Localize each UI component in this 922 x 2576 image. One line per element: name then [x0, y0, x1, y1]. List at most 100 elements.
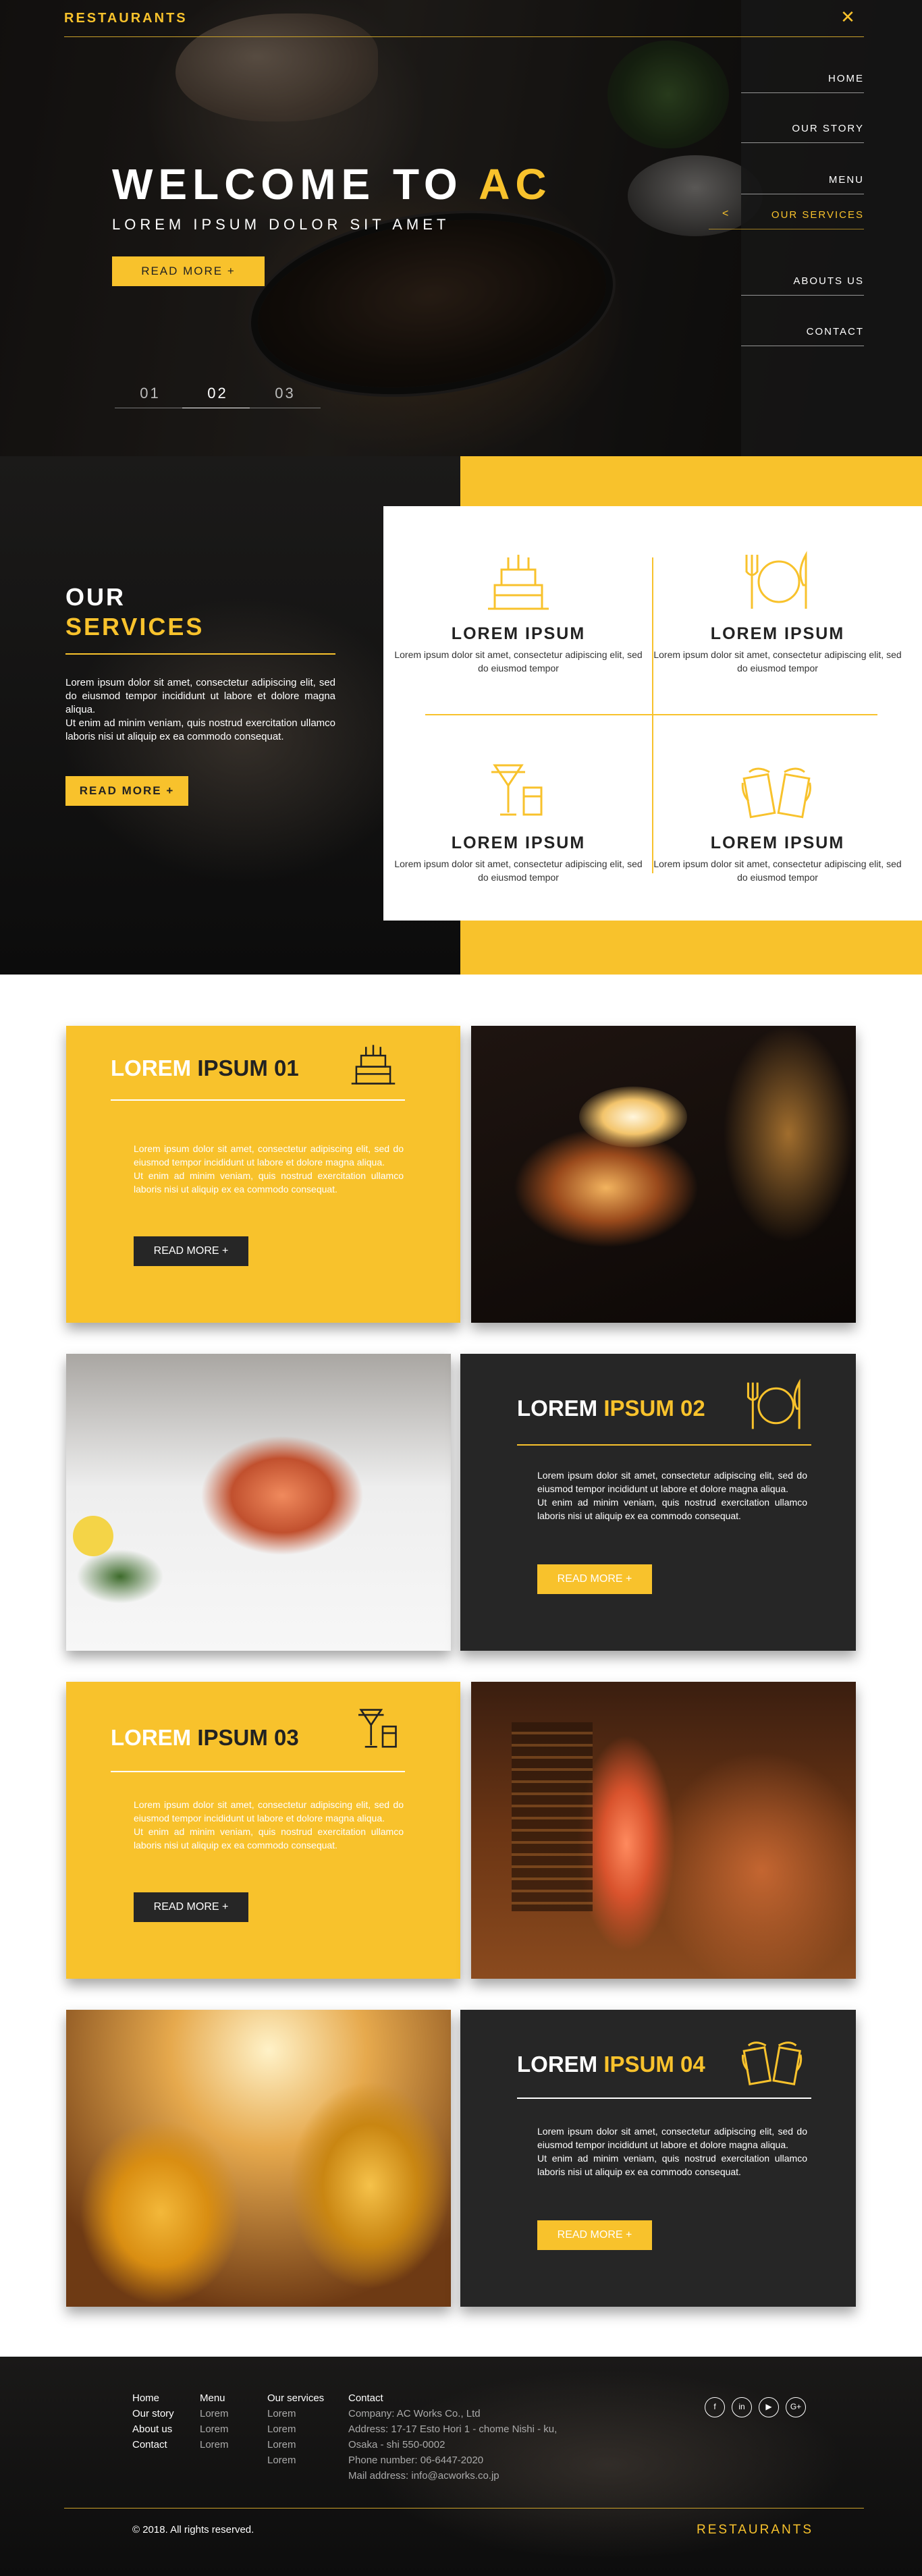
feature-title-part-a: LOREM: [517, 2052, 604, 2077]
lemon: [73, 1516, 113, 1556]
nav-item-menu[interactable]: MENU: [741, 174, 864, 194]
feature-divider: [111, 1771, 405, 1772]
feature-read-more-button[interactable]: READ MORE +: [537, 2220, 652, 2250]
footer-link[interactable]: Lorem: [200, 2437, 229, 2452]
nav-item-our-services[interactable]: < OUR SERVICES: [709, 208, 864, 229]
nav-item-contact[interactable]: CONTACT: [741, 326, 864, 346]
feature-title: LOREM IPSUM 01: [111, 1056, 299, 1081]
cocktail-bar-photo: [471, 1682, 856, 1979]
facebook-icon[interactable]: f: [705, 2397, 725, 2417]
services-heading-line2: SERVICES: [65, 613, 205, 640]
footer-brand-logo[interactable]: RESTAURANTS: [697, 2523, 813, 2538]
feature-title-part-a: LOREM: [517, 1396, 604, 1421]
services-read-more-button[interactable]: READ MORE +: [65, 776, 188, 806]
feature-text: Lorem ipsum dolor sit amet, consectetur …: [537, 1470, 807, 1521]
services-description: Lorem ipsum dolor sit amet, consectetur …: [65, 677, 335, 742]
hero-subtitle: LOREM IPSUM DOLOR SIT AMET: [112, 216, 450, 233]
feature-title-part-b: IPSUM 02: [603, 1396, 705, 1421]
services-section: OUR SERVICES Lorem ipsum dolor sit amet,…: [0, 456, 922, 975]
nav-item-label: CONTACT: [806, 326, 864, 337]
nav-item-label: HOME: [828, 73, 864, 84]
footer-link[interactable]: Lorem: [267, 2437, 324, 2452]
feature-title-part-a: LOREM: [111, 1725, 198, 1750]
cocktail-icon: [358, 1709, 397, 1748]
service-item[interactable]: LOREM IPSUM Lorem ipsum dolor sit amet, …: [390, 757, 647, 884]
service-item[interactable]: LOREM IPSUM Lorem ipsum dolor sit amet, …: [649, 548, 906, 675]
footer-address: Address: 17-17 Esto Hori 1 - chome Nishi…: [348, 2423, 558, 2435]
service-item[interactable]: LOREM IPSUM Lorem ipsum dolor sit amet, …: [649, 757, 906, 884]
service-item-title: LOREM IPSUM: [710, 833, 845, 852]
service-item-title: LOREM IPSUM: [710, 624, 845, 643]
linkedin-icon[interactable]: in: [732, 2397, 752, 2417]
chevron-left-icon: <: [722, 208, 730, 219]
feature-divider: [517, 2098, 811, 2099]
slide-indicator-01[interactable]: 01: [115, 385, 186, 408]
copyright: © 2018. All rights reserved.: [132, 2524, 254, 2536]
footer-link[interactable]: Lorem: [267, 2421, 324, 2437]
footer-col-site: Home Our story About us Contact: [132, 2390, 174, 2452]
slide-indicator-03[interactable]: 03: [250, 385, 321, 408]
birthday-cake-photo: [471, 1026, 856, 1323]
close-menu-icon[interactable]: ✕: [840, 8, 856, 26]
feature-text: Lorem ipsum dolor sit amet, consectetur …: [134, 1143, 404, 1195]
feature-read-more-button[interactable]: READ MORE +: [537, 1564, 652, 1594]
nav-item-our-story[interactable]: OUR STORY: [741, 123, 864, 143]
service-item-title: LOREM IPSUM: [451, 624, 586, 643]
feature-title: LOREM IPSUM 03: [111, 1725, 299, 1751]
fork-plate-knife-icon: [745, 551, 807, 609]
feature-text: Lorem ipsum dolor sit amet, consectetur …: [134, 1799, 404, 1851]
salmon-photo: [66, 1354, 451, 1651]
footer-link-our-services[interactable]: Our services: [267, 2390, 324, 2406]
hero-read-more-button[interactable]: READ MORE +: [112, 256, 265, 286]
footer-link-contact[interactable]: Contact: [132, 2437, 174, 2452]
footer-link[interactable]: Lorem: [200, 2421, 229, 2437]
service-item-text: Lorem ipsum dolor sit amet, consectetur …: [653, 858, 902, 883]
services-heading-line1: OUR: [65, 583, 126, 611]
feature-title-part-b: IPSUM 01: [197, 1056, 299, 1080]
footer-email[interactable]: Mail address: info@acworks.co.jp: [348, 2468, 557, 2484]
service-item[interactable]: LOREM IPSUM Lorem ipsum dolor sit amet, …: [390, 548, 647, 675]
nav-item-label: ABOUTS US: [793, 275, 864, 287]
footer-link-about-us[interactable]: About us: [132, 2421, 174, 2437]
beer-mugs-icon: [741, 2041, 803, 2086]
nav-item-label: OUR STORY: [792, 123, 864, 134]
footer-link[interactable]: Lorem: [267, 2406, 324, 2421]
nav-item-home[interactable]: HOME: [741, 73, 864, 93]
hero-title: WELCOME TO AC: [112, 159, 552, 209]
header-divider: [64, 36, 864, 37]
nav-item-label: OUR SERVICES: [771, 209, 864, 221]
feature-read-more-button[interactable]: READ MORE +: [134, 1236, 248, 1266]
feature-read-more-button[interactable]: READ MORE +: [134, 1892, 248, 1922]
brand-logo[interactable]: RESTAURANTS: [64, 11, 188, 26]
footer-link-menu[interactable]: Menu: [200, 2390, 229, 2406]
footer-address-city: Osaka - shi 550-0002: [348, 2439, 445, 2450]
footer-company: Company: AC Works Co., Ltd: [348, 2408, 481, 2419]
beer-toast-photo: [66, 2010, 451, 2307]
feature-divider: [111, 1099, 405, 1101]
services-grid-divider-horizontal: [425, 714, 877, 715]
cocktail-icon: [491, 764, 543, 816]
footer-link[interactable]: Lorem: [200, 2406, 229, 2421]
footer-col-contact: Contact Company: AC Works Co., Ltd Addre…: [348, 2390, 557, 2484]
slide-indicator-02[interactable]: 02: [182, 385, 253, 408]
feature-title-part-b: IPSUM 04: [603, 2052, 705, 2077]
service-item-title: LOREM IPSUM: [451, 833, 586, 852]
footer-link-home[interactable]: Home: [132, 2390, 174, 2406]
nav-item-abouts-us[interactable]: ABOUTS US: [741, 275, 864, 296]
service-item-text: Lorem ipsum dolor sit amet, consectetur …: [394, 858, 643, 883]
footer-link[interactable]: Lorem: [267, 2452, 324, 2468]
feature-title: LOREM IPSUM 02: [517, 1396, 705, 1421]
footer-phone: Phone number: 06-6447-2020: [348, 2455, 484, 2466]
hero-title-highlight: AC: [479, 160, 552, 209]
cake-icon: [488, 555, 549, 610]
google-plus-icon[interactable]: G+: [786, 2397, 806, 2417]
youtube-icon[interactable]: ▶: [759, 2397, 779, 2417]
hero-title-main: WELCOME TO: [112, 160, 479, 209]
fork-plate-knife-icon: [747, 1378, 801, 1429]
footer-link-our-story[interactable]: Our story: [132, 2406, 174, 2421]
footer-col-services: Our services Lorem Lorem Lorem Lorem: [267, 2390, 324, 2468]
bar-shelves: [512, 1722, 593, 1911]
beer-mugs-icon: [741, 767, 811, 819]
footer-contact-heading: Contact: [348, 2392, 383, 2404]
footer-divider: [64, 2508, 864, 2509]
